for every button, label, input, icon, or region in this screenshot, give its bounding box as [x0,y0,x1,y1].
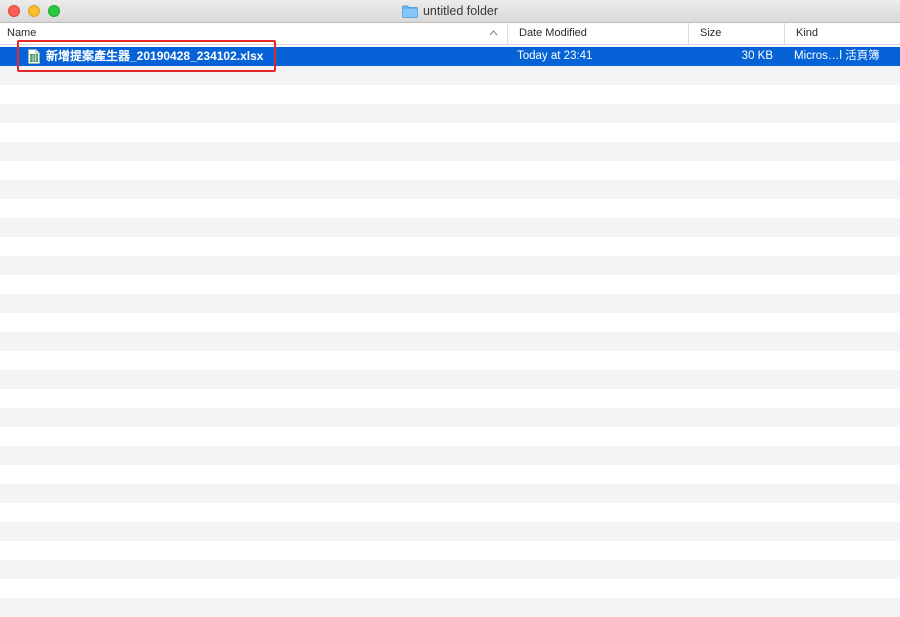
annotation-highlight-box [17,40,276,72]
empty-row [0,237,900,256]
sort-ascending-icon[interactable] [489,23,498,44]
folder-icon [402,5,418,18]
empty-row [0,370,900,389]
column-header-date-modified[interactable]: Date Modified [507,23,688,44]
empty-row [0,465,900,484]
empty-row [0,142,900,161]
empty-row [0,313,900,332]
empty-row [0,484,900,503]
empty-row [0,161,900,180]
empty-row [0,541,900,560]
empty-row [0,598,900,617]
empty-row [0,104,900,123]
empty-row [0,256,900,275]
empty-row [0,199,900,218]
column-header-size[interactable]: Size [688,23,784,44]
empty-row [0,579,900,598]
empty-row [0,389,900,408]
empty-row [0,275,900,294]
empty-row [0,294,900,313]
empty-row [0,351,900,370]
empty-row [0,522,900,541]
empty-row [0,123,900,142]
window-title: untitled folder [0,0,900,22]
empty-row [0,560,900,579]
empty-row [0,180,900,199]
empty-row [0,85,900,104]
window-titlebar: untitled folder [0,0,900,23]
empty-row [0,408,900,427]
empty-row [0,503,900,522]
empty-row [0,332,900,351]
file-date-modified: Today at 23:41 [517,50,593,62]
file-size: 30 KB [741,50,773,62]
empty-row [0,427,900,446]
empty-row [0,218,900,237]
column-header-kind[interactable]: Kind [784,23,900,44]
window-title-text: untitled folder [422,4,499,18]
file-list[interactable] [0,45,900,617]
file-kind: Micros…l 活頁簿 [794,50,880,62]
empty-row [0,446,900,465]
